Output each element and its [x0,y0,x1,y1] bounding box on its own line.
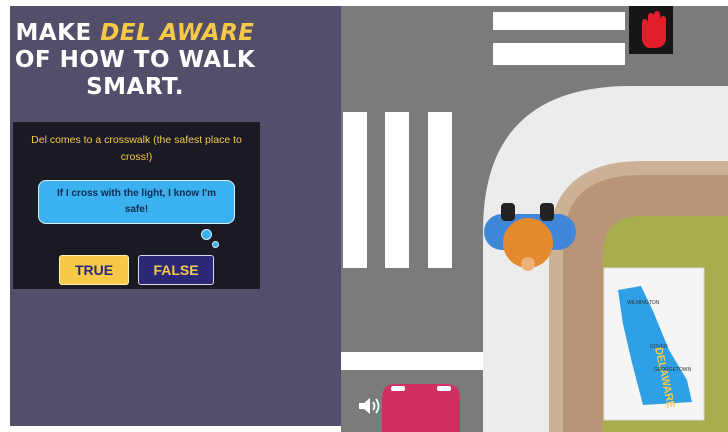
true-button[interactable]: TRUE [59,255,129,285]
quiz-prompt: Del comes to a crosswalk (the safest pla… [31,134,242,163]
stop-hand-icon [629,6,673,54]
quiz-statement: If I cross with the light, I know I'm sa… [56,188,217,215]
headline-line2: OF HOW TO WALK [14,47,256,73]
headline-line3: SMART. [86,74,184,100]
quiz-card: Del comes to a crosswalk (the safest pla… [13,122,260,289]
stop-line [341,352,483,370]
thought-bubble-dot-small [212,241,219,248]
car [382,384,460,432]
thought-bubble-dot [201,229,212,240]
headline-accent: DEL AWARE [100,20,255,46]
false-button[interactable]: FALSE [138,255,214,285]
street-scene: DELAWARE WILMINGTON DOVER GEORGETOWN [341,6,728,432]
crosswalk-stripe [428,112,452,268]
thought-bubble: If I cross with the light, I know I'm sa… [38,180,235,224]
headline: MAKE DEL AWARE OF HOW TO WALK SMART. [10,20,260,101]
left-panel: MAKE DEL AWARE OF HOW TO WALK SMART. Del… [10,6,341,426]
map-city-georgetown: GEORGETOWN [654,367,692,373]
headline-prefix: MAKE [15,20,92,46]
crosswalk-stripe [493,12,625,30]
map-city-wilmington: WILMINGTON [627,300,660,306]
map-city-dover: DOVER [650,344,668,350]
crosswalk-stripe [493,43,625,65]
crosswalk-stripe [343,112,367,268]
crosswalk-stripe [385,112,409,268]
speaker-icon[interactable] [356,394,384,418]
